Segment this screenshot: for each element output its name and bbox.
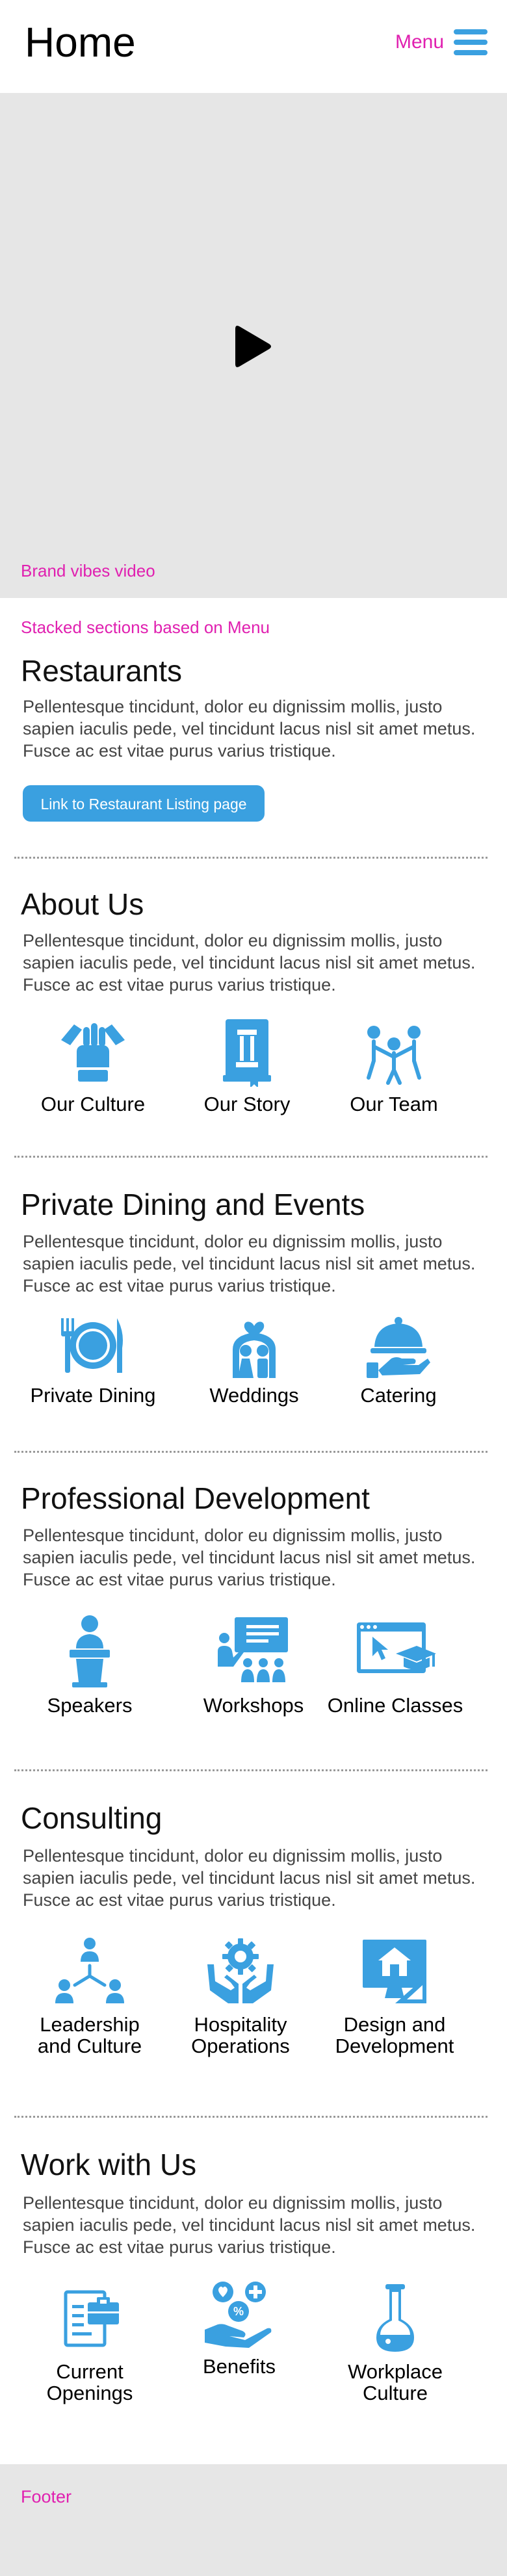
divider bbox=[14, 857, 488, 859]
footer-label: Footer bbox=[21, 2487, 72, 2506]
blueprint-icon bbox=[363, 1940, 426, 2003]
tile-current-openings[interactable]: Current Openings bbox=[18, 2283, 161, 2404]
section-title: Restaurants bbox=[21, 654, 183, 688]
tile-label-line-1: Current bbox=[56, 2360, 124, 2383]
benefits-hand-icon: % bbox=[205, 2282, 272, 2348]
job-briefcase-icon bbox=[64, 2290, 119, 2347]
tile-label: Workshops bbox=[203, 1694, 304, 1717]
tile-workplace-culture[interactable]: Workplace Culture bbox=[324, 2283, 467, 2404]
tile-online-classes[interactable]: Online Classes bbox=[324, 1613, 467, 1716]
tile-label: Online Classes bbox=[327, 1694, 463, 1717]
book-pillar-icon bbox=[223, 1019, 271, 1087]
tile-label: Weddings bbox=[209, 1384, 299, 1407]
section-title: About Us bbox=[21, 887, 144, 921]
divider bbox=[14, 1156, 488, 1158]
tile-label-line-1: Hospitality bbox=[194, 2013, 287, 2036]
page-title: Home bbox=[25, 19, 136, 66]
hamburger-menu-icon[interactable] bbox=[454, 29, 488, 55]
section-body: Pellentesque tincidunt, dolor eu digniss… bbox=[23, 1846, 476, 1910]
tile-label-line-1: Leadership bbox=[40, 2013, 140, 2036]
workshop-presentation-icon bbox=[218, 1617, 288, 1682]
tile-label: Private Dining bbox=[30, 1384, 156, 1407]
hands-together-icon bbox=[61, 1023, 125, 1082]
flask-icon bbox=[376, 2284, 414, 2352]
gear-hands-icon bbox=[207, 1938, 274, 2003]
online-class-icon bbox=[357, 1622, 436, 1673]
tile-speakers[interactable]: Speakers bbox=[18, 1613, 161, 1716]
tile-label-line-2: Operations bbox=[191, 2035, 290, 2057]
tile-our-story[interactable]: Our Story bbox=[176, 1015, 318, 1115]
restaurant-listing-button[interactable]: Link to Restaurant Listing page bbox=[23, 785, 265, 822]
plate-cutlery-icon bbox=[61, 1318, 123, 1373]
tile-label-line-1: Benefits bbox=[202, 2355, 276, 2378]
tile-leadership-culture[interactable]: Leadership and Culture bbox=[18, 1936, 161, 2057]
divider bbox=[14, 2116, 488, 2118]
speaker-podium-icon bbox=[70, 1615, 110, 1687]
section-body: Pellentesque tincidunt, dolor eu digniss… bbox=[23, 931, 476, 995]
brand-video-placeholder[interactable]: Brand vibes video bbox=[0, 93, 507, 598]
section-title: Private Dining and Events bbox=[21, 1188, 365, 1221]
tile-design-development[interactable]: Design and Development bbox=[323, 1936, 466, 2057]
org-chart-icon bbox=[55, 1938, 124, 2003]
tile-label: Our Team bbox=[350, 1093, 438, 1115]
divider bbox=[14, 1451, 488, 1453]
tile-our-culture[interactable]: Our Culture bbox=[21, 1015, 164, 1115]
tile-private-dining[interactable]: Private Dining bbox=[21, 1313, 164, 1406]
tile-label-line-2: Openings bbox=[46, 2382, 133, 2404]
tile-label-line-2: and Culture bbox=[37, 2035, 142, 2057]
tile-label: Our Culture bbox=[40, 1093, 146, 1115]
site-footer: Footer bbox=[0, 2464, 507, 2576]
menu-label[interactable]: Menu bbox=[395, 31, 444, 53]
tile-benefits[interactable]: % Benefits bbox=[168, 2278, 311, 2377]
tile-label-line-2: Development bbox=[335, 2035, 454, 2057]
wedding-couple-icon bbox=[233, 1321, 276, 1378]
tile-weddings[interactable]: Weddings bbox=[183, 1313, 326, 1406]
section-title: Professional Development bbox=[21, 1481, 370, 1515]
cloche-icon bbox=[367, 1317, 430, 1378]
tile-our-team[interactable]: Our Team bbox=[322, 1015, 465, 1115]
tile-label: Our Story bbox=[203, 1093, 291, 1115]
tile-label-line-1: Workplace bbox=[348, 2360, 443, 2383]
svg-text:%: % bbox=[233, 2305, 244, 2318]
video-label: Brand vibes video bbox=[21, 561, 155, 580]
play-icon[interactable] bbox=[234, 324, 273, 369]
section-body: Pellentesque tincidunt, dolor eu digniss… bbox=[23, 697, 476, 761]
tile-workshops[interactable]: Workshops bbox=[182, 1613, 325, 1716]
tile-hospitality-operations[interactable]: Hospitality Operations bbox=[169, 1936, 312, 2057]
section-body: Pellentesque tincidunt, dolor eu digniss… bbox=[23, 1232, 476, 1295]
section-title: Consulting bbox=[21, 1801, 162, 1835]
site-header: Home Menu bbox=[0, 0, 507, 93]
tile-label-line-2: Culture bbox=[363, 2382, 428, 2404]
section-body: Pellentesque tincidunt, dolor eu digniss… bbox=[23, 2193, 476, 2257]
divider bbox=[14, 1769, 488, 1771]
tile-label: Speakers bbox=[47, 1694, 133, 1717]
stacked-sections-note: Stacked sections based on Menu bbox=[21, 618, 270, 637]
tile-label-line-1: Design and bbox=[343, 2013, 446, 2036]
tile-catering[interactable]: Catering bbox=[327, 1313, 470, 1406]
team-icon bbox=[367, 1026, 421, 1085]
tile-label: Catering bbox=[360, 1384, 437, 1407]
section-title: Work with Us bbox=[21, 2148, 197, 2181]
section-body: Pellentesque tincidunt, dolor eu digniss… bbox=[23, 1526, 476, 1589]
